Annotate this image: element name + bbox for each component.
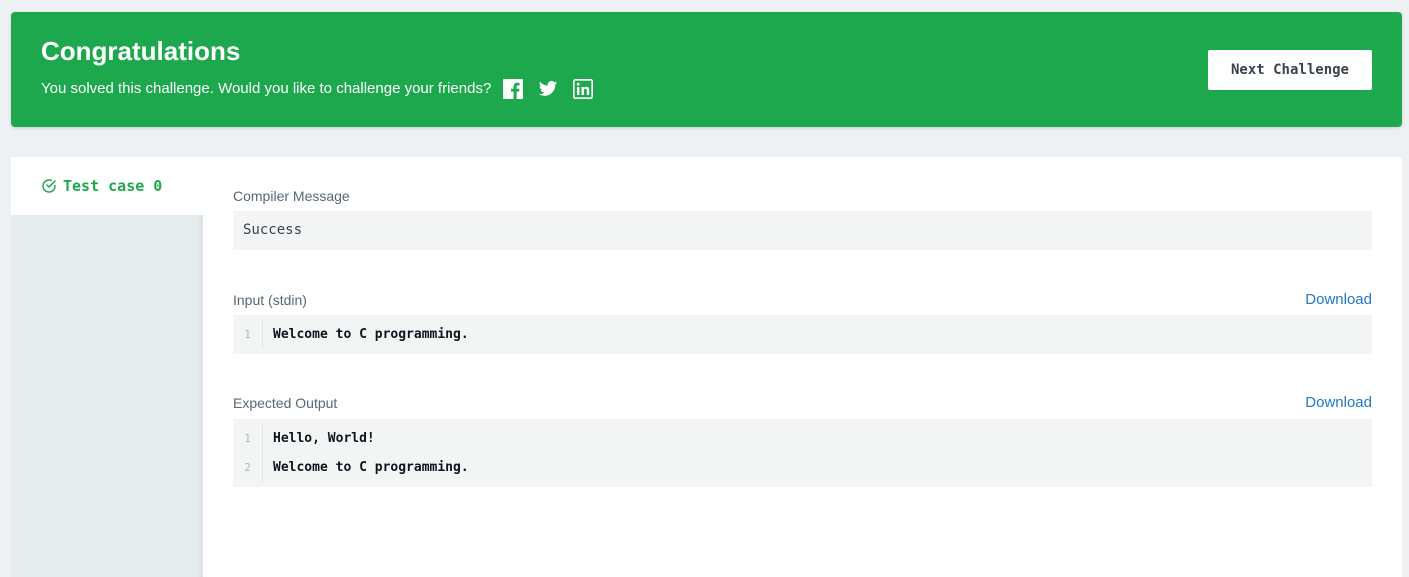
code-line: 2 Welcome to C programming.	[233, 453, 1372, 482]
next-challenge-button[interactable]: Next Challenge	[1208, 50, 1372, 90]
code-text: Hello, World!	[273, 431, 375, 446]
success-banner: Congratulations You solved this challeng…	[11, 12, 1402, 127]
code-text: Welcome to C programming.	[273, 460, 469, 475]
input-code-box: 1 Welcome to C programming.	[233, 315, 1372, 354]
expected-output-download-link[interactable]: Download	[1305, 394, 1372, 411]
expected-output-code-box: 1 Hello, World! 2 Welcome to C programmi…	[233, 419, 1372, 487]
facebook-icon[interactable]	[503, 79, 524, 99]
banner-subtitle-row: You solved this challenge. Would you lik…	[41, 79, 594, 99]
banner-subtitle: You solved this challenge. Would you lik…	[41, 80, 492, 97]
test-case-sidebar: Test case 0	[11, 157, 203, 577]
tab-label: Test case 0	[63, 177, 163, 195]
input-label: Input (stdin)	[233, 292, 307, 308]
line-number: 2	[233, 453, 263, 482]
input-download-link[interactable]: Download	[1305, 291, 1372, 308]
line-number: 1	[233, 320, 263, 349]
line-number: 1	[233, 424, 263, 453]
compiler-message-box: Success	[233, 211, 1372, 250]
check-circle-icon	[41, 178, 57, 194]
share-icons	[503, 79, 594, 99]
tab-test-case-0[interactable]: Test case 0	[11, 157, 203, 215]
expected-output-label: Expected Output	[233, 395, 338, 411]
code-line: 1 Hello, World!	[233, 424, 1372, 453]
compiler-message-label: Compiler Message	[233, 188, 350, 204]
code-text: Welcome to C programming.	[273, 327, 469, 342]
linkedin-icon[interactable]	[573, 79, 594, 99]
results-panel: Test case 0 Compiler Message Success Inp…	[11, 157, 1402, 577]
twitter-icon[interactable]	[538, 79, 558, 99]
banner-title: Congratulations	[41, 36, 241, 66]
code-line: 1 Welcome to C programming.	[233, 320, 1372, 349]
